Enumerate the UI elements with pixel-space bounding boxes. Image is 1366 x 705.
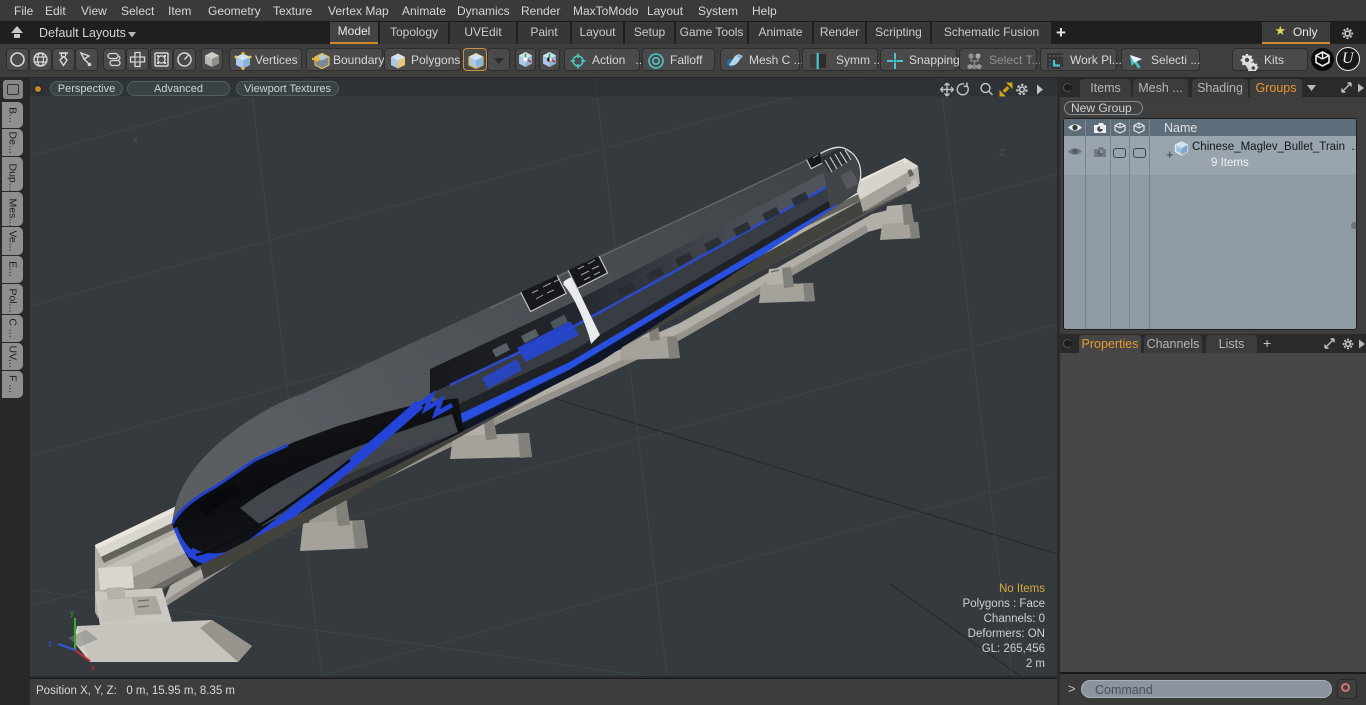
svg-text:-Z: -Z	[996, 148, 1005, 159]
svg-text:z: z	[48, 639, 52, 648]
svg-text:x: x	[91, 663, 95, 672]
svg-text:x: x	[133, 135, 138, 146]
svg-text:y: y	[70, 609, 74, 618]
